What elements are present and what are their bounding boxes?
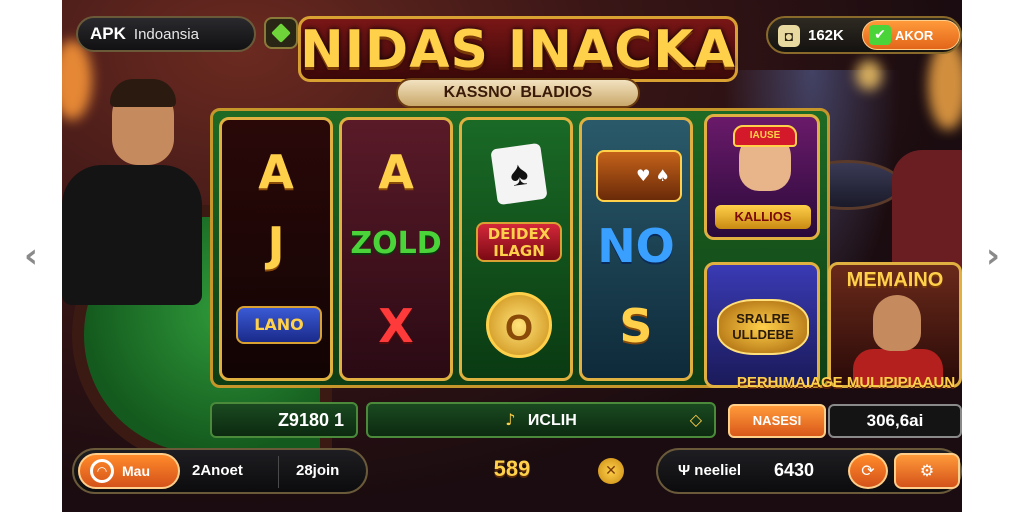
check-icon: ✔	[869, 25, 891, 45]
menu-label: Mau	[122, 463, 150, 479]
reel-symbol: DEIDEX ILAGN	[476, 222, 562, 262]
bottom-left-bar: ◠ Mau 2Anoet 28join	[72, 448, 368, 494]
model-label: Ψ neeliel	[678, 462, 741, 479]
game-tile-kallios[interactable]: IAUSE KALLIOS	[704, 114, 820, 240]
reel-3: ♠ DEIDEX ILAGN O	[459, 117, 573, 381]
message-bar: ♪ ИCLIH ◇	[366, 402, 716, 438]
coin-icon: ◘	[778, 25, 800, 47]
reel-symbol: S	[619, 299, 653, 353]
reel-symbol: ♥ ♠	[636, 166, 670, 185]
chevron-right-icon[interactable]: ›	[979, 238, 1007, 274]
coin-balance: ◘ 162K ✔ AKOR	[766, 16, 962, 54]
tile-badge: IAUSE	[749, 130, 781, 141]
tile-label: KALLIOS	[715, 205, 811, 229]
divider	[278, 456, 279, 488]
mode-label[interactable]: 2Anoet	[192, 462, 243, 479]
reel-2: A ZOLD X	[339, 117, 453, 381]
balance-display: 306,6ai	[828, 404, 962, 438]
ceiling-lamp	[856, 60, 882, 90]
character-hat: IAUSE	[733, 125, 797, 147]
game-screen: APK Indoansia NIDAS INACKA KASSNO' BLADI…	[62, 0, 962, 512]
action-button[interactable]: NASESI	[728, 404, 826, 438]
dealer-body	[62, 165, 202, 305]
reel-symbol: NO	[597, 219, 675, 273]
tile-label: SRALRE ULLDEBE	[717, 299, 809, 355]
reel-symbol: J	[267, 217, 285, 271]
reel-symbol: A	[378, 145, 414, 199]
settings-button[interactable]: ⚙	[894, 453, 960, 489]
promo-caption: PERHIMAIAGE MULIPIPIAAUN	[736, 374, 956, 391]
refresh-button[interactable]: ⟳	[848, 453, 888, 489]
reel-symbol: O	[486, 292, 552, 358]
region-label: Indoansia	[133, 25, 199, 43]
game-title: NIDAS INACKA	[300, 20, 736, 80]
promo-character-face	[873, 295, 921, 351]
music-note-icon: ♪	[505, 410, 516, 429]
bet-value: 589	[493, 456, 531, 481]
game-tile-sralre[interactable]: SRALRE ULLDEBE	[704, 262, 820, 388]
treasure-chest-icon: ♥ ♠	[596, 150, 682, 202]
reel-1: A J LANO	[219, 117, 333, 381]
chevron-left-icon[interactable]: ‹	[17, 238, 45, 274]
reel-symbol: A	[258, 145, 294, 199]
win-display: Z9180 1	[210, 402, 358, 438]
join-label[interactable]: 28join	[296, 462, 339, 479]
buy-label: AKOR	[895, 28, 934, 43]
promo-banner[interactable]: MEMAINO	[828, 262, 962, 388]
game-subtitle: KASSNO' BLADIOS	[396, 78, 640, 108]
left-margin: ‹	[0, 0, 62, 512]
buy-button[interactable]: ✔ AKOR	[862, 20, 960, 50]
gem-icon	[271, 23, 291, 43]
reel-symbol: X	[378, 299, 414, 353]
apk-badge[interactable]: APK Indoansia	[76, 16, 256, 52]
apk-label: APK	[90, 24, 126, 43]
reel-symbol: ZOLD	[350, 226, 442, 261]
dealer-character	[62, 79, 202, 345]
gem-button[interactable]	[264, 17, 298, 49]
spin-button[interactable]: ✕	[598, 458, 624, 484]
credit-value: 6430	[774, 460, 815, 480]
message-text: ИCLIH	[527, 412, 577, 429]
right-margin: ›	[962, 0, 1024, 512]
promo-title: MEMAINO	[846, 269, 944, 291]
spade-card-icon: ♠	[490, 142, 548, 206]
menu-icon: ◠	[90, 459, 114, 483]
game-logo: NIDAS INACKA KASSNO' BLADIOS	[298, 8, 738, 108]
bottom-right-bar: Ψ neeliel 6430 ⟳ ⚙	[656, 448, 962, 494]
dealer-hair	[110, 79, 176, 107]
coin-value: 162K	[808, 27, 844, 44]
edit-icon[interactable]: ◇	[690, 404, 702, 436]
menu-button[interactable]: ◠ Mau	[78, 453, 180, 489]
reel-symbol: LANO	[236, 306, 322, 344]
reel-4: ♥ ♠ NO S	[579, 117, 693, 381]
